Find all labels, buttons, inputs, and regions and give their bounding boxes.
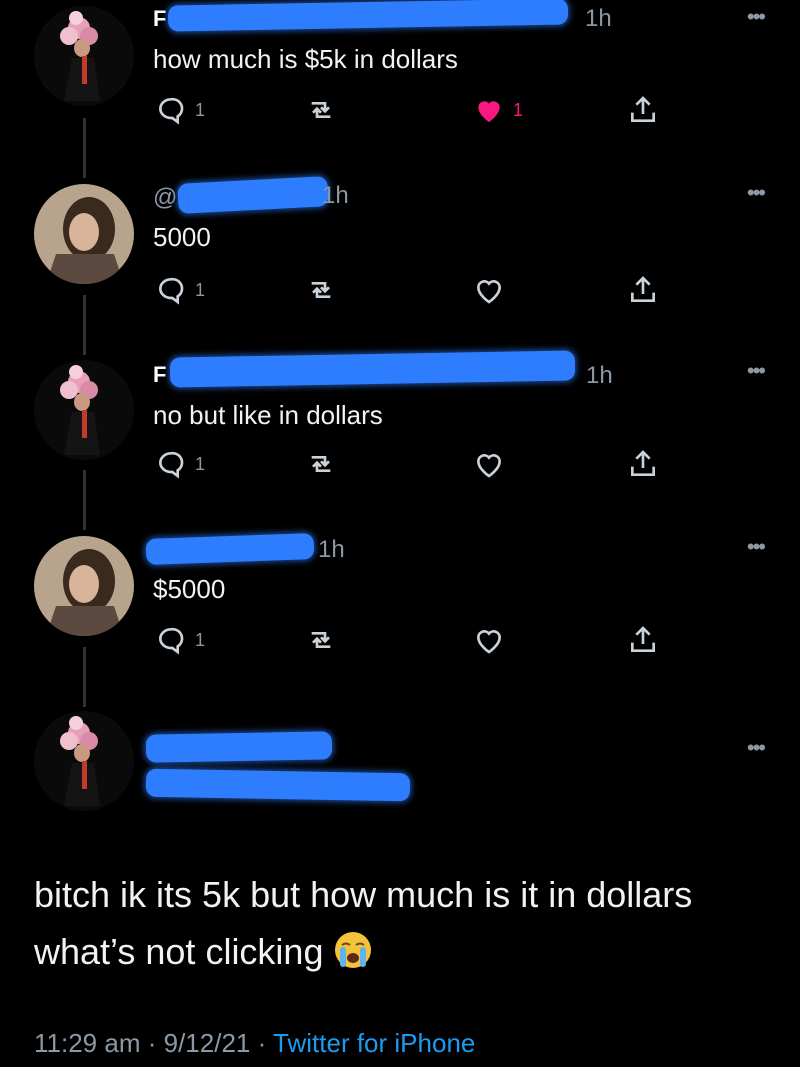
reply-button[interactable]: 1 [155, 620, 205, 660]
tweet-source-link[interactable]: Twitter for iPhone [273, 1028, 475, 1058]
author-name[interactable]: F [153, 6, 166, 32]
share-button[interactable] [627, 620, 659, 660]
more-icon[interactable]: ••• [747, 358, 766, 384]
tweet-time[interactable]: 1h [318, 536, 345, 564]
redacted-handle [177, 176, 329, 214]
main-tweet-header[interactable]: ••• [0, 705, 800, 815]
crying-face-icon [335, 932, 372, 968]
reply-button[interactable]: 1 [155, 270, 205, 310]
reply-icon [159, 277, 184, 305]
like-button[interactable]: 1 [473, 90, 523, 130]
retweet-icon [311, 282, 331, 298]
retweet-button[interactable] [305, 620, 337, 660]
avatar[interactable] [34, 711, 134, 811]
separator: · [147, 1028, 157, 1058]
tweet-actions: 1 [155, 270, 675, 310]
tweet-2[interactable]: @ 1h ••• 5000 1 [0, 176, 800, 346]
share-button[interactable] [627, 270, 659, 310]
reply-count: 1 [195, 453, 206, 474]
reply-count: 1 [195, 99, 206, 120]
avatar[interactable] [34, 536, 134, 636]
heart-filled-icon [478, 101, 500, 122]
retweet-button[interactable] [305, 444, 337, 484]
share-icon [631, 276, 655, 302]
separator: · [257, 1028, 267, 1058]
retweet-button[interactable] [305, 270, 337, 310]
more-icon[interactable]: ••• [747, 534, 766, 560]
tweet-text: $5000 [153, 574, 226, 604]
avatar[interactable] [34, 6, 134, 106]
heart-outline-icon [476, 630, 502, 654]
tweet-meta: 11:29 am · 9/12/21 · Twitter for iPhone [34, 1028, 475, 1059]
share-button[interactable] [627, 90, 659, 130]
reply-icon [159, 627, 184, 655]
like-button[interactable] [473, 270, 505, 310]
reply-icon [159, 97, 184, 125]
tweet-time: 11:29 am [34, 1028, 141, 1058]
retweet-icon [311, 102, 331, 118]
tweet-text: how much is $5k in dollars [153, 44, 458, 74]
main-tweet-text: bitch ik its 5k but how much is it in do… [34, 866, 754, 980]
like-button[interactable] [473, 444, 505, 484]
reply-button[interactable]: 1 [155, 444, 205, 484]
more-icon[interactable]: ••• [747, 4, 766, 30]
redacted-handle [145, 768, 411, 802]
retweet-button[interactable] [305, 90, 337, 130]
redacted-name [167, 0, 569, 32]
share-button[interactable] [627, 444, 659, 484]
share-icon [631, 96, 655, 122]
redacted-name [145, 731, 333, 763]
reply-count: 1 [195, 629, 206, 650]
tweet-4[interactable]: 1h ••• $5000 1 [0, 528, 800, 698]
share-icon [631, 450, 655, 476]
like-count: 1 [513, 99, 524, 120]
retweet-icon [311, 456, 331, 472]
tweet-actions: 1 1 [155, 90, 675, 130]
avatar[interactable] [34, 184, 134, 284]
tweet-time[interactable]: 1h [586, 362, 613, 390]
redacted-name [169, 350, 576, 388]
tweet-date: 9/12/21 [163, 1028, 251, 1058]
heart-outline-icon [476, 280, 502, 304]
heart-outline-icon [476, 454, 502, 478]
like-button[interactable] [473, 620, 505, 660]
tweet-text: 5000 [153, 222, 211, 252]
tweet-text: no but like in dollars [153, 400, 383, 430]
retweet-icon [311, 632, 331, 648]
reply-count: 1 [195, 279, 206, 300]
avatar[interactable] [34, 360, 134, 460]
tweet-actions: 1 [155, 620, 675, 660]
redacted-name [145, 533, 315, 565]
tweet-1[interactable]: F 1h ••• how much is $5k in dollars 1 1 [0, 0, 800, 170]
share-icon [631, 626, 655, 652]
author-name[interactable]: F [153, 362, 166, 388]
more-icon[interactable]: ••• [747, 180, 766, 206]
tweet-time[interactable]: 1h [322, 182, 349, 210]
more-icon[interactable]: ••• [747, 735, 766, 761]
reply-icon [159, 451, 184, 479]
tweet-3[interactable]: F 1h ••• no but like in dollars 1 [0, 350, 800, 522]
tweet-actions: 1 [155, 444, 675, 484]
author-handle[interactable]: @ [153, 184, 177, 212]
tweet-time[interactable]: 1h [585, 5, 612, 33]
reply-button[interactable]: 1 [155, 90, 205, 130]
